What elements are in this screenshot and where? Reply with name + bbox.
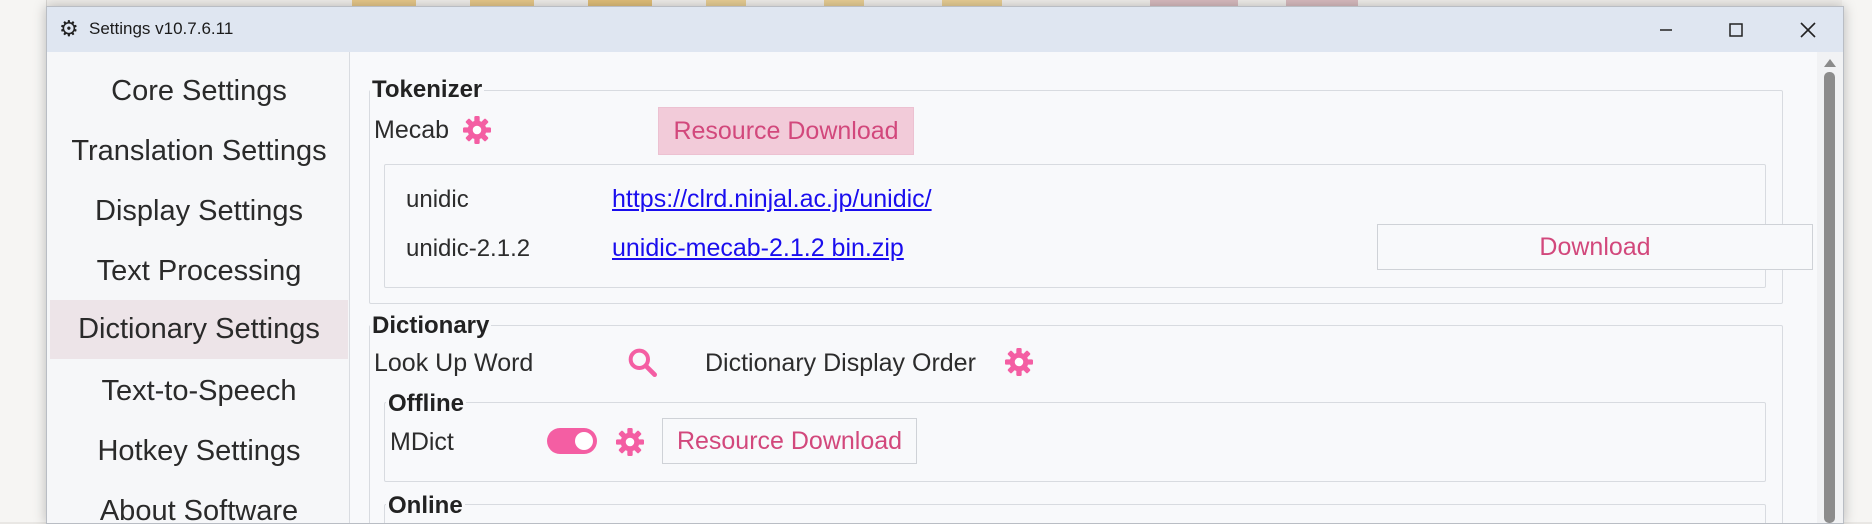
settings-content: Tokenizer Mecab Resource Download unidic… bbox=[350, 52, 1843, 523]
mecab-label: Mecab bbox=[374, 116, 450, 144]
sidebar-item-core-settings[interactable]: Core Settings bbox=[50, 65, 348, 117]
sidebar-item-dictionary-settings[interactable]: Dictionary Settings bbox=[50, 300, 348, 359]
dictionary-display-order-label: Dictionary Display Order bbox=[705, 349, 976, 377]
minimize-button[interactable] bbox=[1631, 7, 1701, 52]
online-group bbox=[384, 504, 1766, 523]
maximize-icon bbox=[1729, 22, 1743, 37]
sidebar-item-text-processing[interactable]: Text Processing bbox=[50, 245, 348, 297]
gear-icon[interactable] bbox=[1003, 346, 1035, 378]
download-button[interactable]: Download bbox=[1377, 224, 1813, 270]
background-window-right bbox=[1842, 0, 1872, 522]
unidic-link[interactable]: https://clrd.ninjal.ac.jp/unidic/ bbox=[612, 185, 932, 214]
mdict-toggle[interactable] bbox=[547, 428, 597, 454]
gear-icon: ⚙ bbox=[59, 16, 79, 41]
gear-icon[interactable] bbox=[461, 114, 493, 146]
settings-window: ⚙ Settings v10.7.6.11 Core Settings Tran… bbox=[46, 6, 1844, 524]
background-window-left bbox=[0, 0, 47, 522]
unidic-label: unidic bbox=[406, 186, 469, 213]
tokenizer-resource-download-button[interactable]: Resource Download bbox=[658, 107, 914, 155]
maximize-button[interactable] bbox=[1701, 7, 1771, 52]
close-button[interactable] bbox=[1773, 7, 1843, 52]
mdict-label: MDict bbox=[390, 428, 454, 456]
title-bar[interactable]: ⚙ Settings v10.7.6.11 bbox=[47, 7, 1843, 52]
offline-resource-download-button[interactable]: Resource Download bbox=[662, 418, 917, 464]
online-title: Online bbox=[386, 492, 465, 520]
sidebar-item-hotkey-settings[interactable]: Hotkey Settings bbox=[50, 425, 348, 477]
minimize-icon bbox=[1660, 28, 1672, 31]
unidic-version-label: unidic-2.1.2 bbox=[406, 235, 531, 262]
sidebar-item-about-software[interactable]: About Software bbox=[50, 485, 348, 524]
window-title: Settings v10.7.6.11 bbox=[89, 19, 234, 38]
scroll-up-arrow-icon[interactable] bbox=[1824, 59, 1836, 67]
sidebar-item-text-to-speech[interactable]: Text-to-Speech bbox=[50, 365, 348, 417]
scrollbar-thumb[interactable] bbox=[1824, 72, 1835, 523]
offline-title: Offline bbox=[386, 390, 466, 418]
toggle-knob bbox=[575, 432, 593, 450]
gear-icon[interactable] bbox=[614, 426, 646, 458]
dictionary-title: Dictionary bbox=[370, 312, 492, 340]
look-up-word-label: Look Up Word bbox=[374, 349, 534, 377]
sidebar-item-translation-settings[interactable]: Translation Settings bbox=[50, 125, 348, 177]
tokenizer-title: Tokenizer bbox=[370, 76, 485, 104]
unidic-zip-link[interactable]: unidic-mecab-2.1.2 bin.zip bbox=[612, 234, 904, 263]
sidebar-item-display-settings[interactable]: Display Settings bbox=[50, 185, 348, 237]
settings-sidebar: Core Settings Translation Settings Displ… bbox=[47, 52, 350, 523]
search-icon[interactable] bbox=[626, 346, 658, 378]
close-icon bbox=[1800, 21, 1816, 38]
